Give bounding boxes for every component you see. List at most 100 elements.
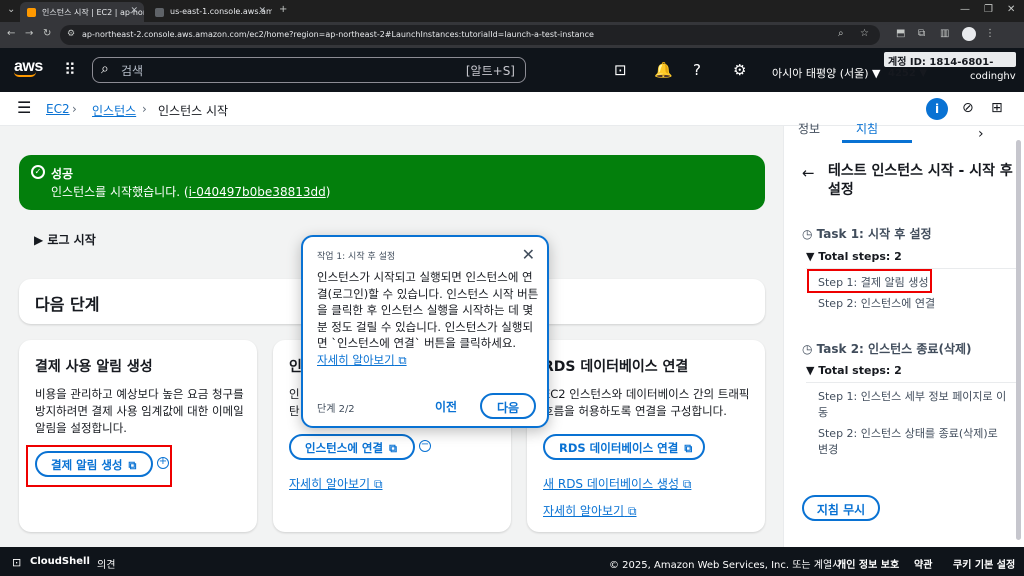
extension-icon[interactable]: ⬒ [896, 28, 905, 39]
feedback-link[interactable]: 의견 [97, 556, 115, 571]
flash-title: 성공 [51, 167, 74, 181]
success-flash: ✓ 성공 인스턴스를 시작했습니다. (i-040497b0be38813dd) [19, 155, 765, 210]
next-button[interactable]: 다음 [480, 393, 536, 419]
create-rds-link[interactable]: 새 RDS 데이터베이스 생성 ⧉ [543, 475, 691, 492]
minimize-window-icon[interactable]: — [960, 4, 970, 15]
zoom-icon[interactable]: ⌕ [838, 28, 844, 39]
bookmark-star-icon[interactable]: ☆ [860, 28, 869, 39]
services-grid-icon[interactable]: ⠿ [64, 60, 76, 79]
browser-tab-second[interactable]: us-east-1.console.aws.amazon ✕ [148, 2, 272, 22]
launch-log-toggle[interactable]: ▶ 로그 시작 [34, 231, 96, 248]
tutorial-help-panel: 정보 지침 › ← 테스트 인스턴스 시작 - 시작 후 설정 ◷ Task 1… [783, 122, 1024, 547]
user-menu[interactable]: codinghv [970, 71, 1016, 82]
rds-connect-card: RDS 데이터베이스 연결 EC2 인스턴스와 데이터베이스 간의 트래픽 흐름… [527, 340, 765, 532]
popover-body: 인스턴스가 시작되고 실행되면 인스턴스에 연결(로그인)할 수 있습니다. 인… [317, 270, 539, 367]
ignore-instructions-button[interactable]: 지침 무시 [802, 495, 880, 521]
browser-tab-active[interactable]: 인스턴스 시작 | EC2 | ap-northe ✕ [20, 2, 144, 22]
extensions-puzzle-icon[interactable]: ⧉ [918, 28, 925, 39]
profile-avatar[interactable] [962, 27, 976, 41]
card-title: RDS 데이터베이스 연결 [543, 359, 689, 375]
notifications-bell-icon[interactable]: 🔔 [654, 61, 673, 79]
breadcrumb-instances[interactable]: 인스턴스 [92, 102, 136, 119]
tutorial-hotspot-icon[interactable]: − [419, 440, 431, 452]
connect-rds-button[interactable]: RDS 데이터베이스 연결 ⧉ [543, 434, 705, 460]
aws-logo[interactable]: aws [14, 58, 43, 77]
popover-title: 작업 1: 시작 후 설정 [317, 252, 396, 262]
active-tab-indicator [842, 140, 912, 143]
cookie-preferences-link[interactable]: 쿠키 기본 설정 [953, 556, 1015, 571]
cloudshell-link[interactable]: CloudShell [30, 556, 90, 567]
task2-total: ▼ Total steps: 2 [806, 364, 902, 377]
external-link-icon: ⧉ [389, 442, 397, 455]
cloudshell-icon[interactable]: ⊡ [12, 556, 21, 569]
console-footer: ⊡ CloudShell 의견 © 2025, Amazon Web Servi… [0, 547, 1024, 576]
privacy-link[interactable]: 개인 정보 보호 [837, 556, 899, 571]
breadcrumb-current: 인스턴스 시작 [158, 104, 229, 118]
back-icon[interactable]: ← [7, 28, 15, 39]
close-icon[interactable]: ✕ [522, 245, 535, 264]
info-icon[interactable]: i [926, 98, 948, 120]
tab-info[interactable]: 정보 [798, 120, 820, 137]
close-tab-icon[interactable]: ✕ [258, 6, 266, 16]
copyright-text: © 2025, Amazon Web Services, Inc. 또는 계열사… [609, 560, 845, 571]
panel-title: 테스트 인스턴스 시작 - 시작 후 설정 [828, 163, 1013, 198]
cloudshell-icon[interactable]: ⊡ [614, 61, 627, 79]
external-link-icon: ⧉ [627, 504, 637, 518]
address-bar[interactable]: ⚙ ap-northeast-2.console.aws.amazon.com/… [60, 25, 880, 45]
clock-icon: ◷ [802, 227, 813, 241]
flash-message: 인스턴스를 시작했습니다. (i-040497b0be38813dd) [51, 185, 331, 199]
instance-id-link[interactable]: i-040497b0be38813dd [189, 185, 326, 199]
close-tab-icon[interactable]: ✕ [130, 6, 138, 16]
highlight-box [26, 445, 172, 487]
card-description: 비용을 관리하고 예상보다 높은 요금 청구를 방지하려면 결제 사용 임계값에… [35, 387, 244, 435]
search-input[interactable]: ⌕ 검색 [알트+S] [92, 57, 526, 83]
task2-title: ◷ Task 2: 인스턴스 종료(삭제) [802, 342, 972, 356]
panel-scrollbar[interactable] [1016, 140, 1021, 540]
tab-scroll-right-icon[interactable]: › [978, 126, 984, 142]
task2-step1[interactable]: Step 1: 인스턴스 세부 정보 페이지로 이동 [818, 389, 1008, 421]
account-id-badge[interactable]: 계정 ID: 1814-6801-4252 ▼ [884, 52, 1016, 79]
previous-button[interactable]: 이전 [435, 398, 457, 415]
task1-title: ◷ Task 1: 시작 후 설정 [802, 227, 932, 241]
card-title: 결제 사용 알림 생성 [35, 359, 153, 375]
learn-more-link[interactable]: 자세히 알아보기 ⧉ [289, 475, 383, 492]
clock-icon: ◷ [802, 342, 813, 356]
feedback-icon[interactable]: ⊘ [962, 100, 974, 116]
task1-total: ▼ Total steps: 2 [806, 250, 902, 263]
breadcrumb-ec2[interactable]: EC2 [46, 102, 70, 116]
tab-instructions[interactable]: 지침 [856, 120, 878, 137]
split-view-icon[interactable]: ▥ [940, 28, 949, 39]
menu-hamburger-icon[interactable]: ☰ [17, 98, 31, 117]
close-window-icon[interactable]: ✕ [1007, 4, 1015, 15]
help-icon[interactable]: ? [693, 61, 701, 79]
task1-step2[interactable]: Step 2: 인스턴스에 연결 [818, 296, 1008, 312]
popover-step-indicator: 단계 2/2 [317, 404, 355, 415]
support-icon[interactable]: ⊞ [991, 100, 1003, 116]
card-description: EC2 인스턴스와 데이터베이스 간의 트래픽 흐름을 허용하도록 연결을 구성… [543, 387, 750, 418]
breadcrumb-separator-icon: › [142, 102, 147, 116]
browser-toolbar: ← → ↻ ⚙ ap-northeast-2.console.aws.amazo… [0, 22, 1024, 48]
success-check-icon: ✓ [31, 165, 45, 179]
terms-link[interactable]: 약관 [914, 556, 932, 571]
restore-window-icon[interactable]: ❐ [984, 4, 993, 15]
card-title: 인 [289, 359, 302, 375]
external-link-icon: ⧉ [682, 477, 692, 491]
aws-console-header: aws ⠿ ⌕ 검색 [알트+S] ⊡ 🔔 ? ⚙ 아시아 태평양 (서울) ▼ [0, 48, 1024, 92]
popover-learn-more-link[interactable]: 자세히 알아보기 ⧉ [317, 353, 407, 367]
chrome-menu-icon[interactable]: ⋮ [985, 28, 995, 39]
back-arrow-icon[interactable]: ← [802, 164, 815, 182]
search-icon: ⌕ [101, 61, 109, 77]
forward-icon[interactable]: → [25, 28, 33, 39]
external-link-icon: ⧉ [373, 477, 383, 491]
breadcrumb-separator-icon: › [72, 102, 77, 116]
region-selector[interactable]: 아시아 태평양 (서울) ▼ [772, 65, 881, 81]
tab-search-icon[interactable]: ⌄ [7, 4, 15, 15]
site-info-icon[interactable]: ⚙ [67, 29, 75, 39]
connect-to-instance-button[interactable]: 인스턴스에 연결 ⧉ [289, 434, 415, 460]
learn-more-link[interactable]: 자세히 알아보기 ⧉ [543, 502, 637, 519]
settings-gear-icon[interactable]: ⚙ [733, 61, 746, 79]
tutorial-popover: 작업 1: 시작 후 설정 ✕ 인스턴스가 시작되고 실행되면 인스턴스에 연결… [301, 235, 549, 428]
reload-icon[interactable]: ↻ [43, 28, 51, 39]
new-tab-icon[interactable]: + [279, 4, 287, 15]
task2-step2[interactable]: Step 2: 인스턴스 상태를 종료(삭제)로 변경 [818, 426, 1008, 458]
